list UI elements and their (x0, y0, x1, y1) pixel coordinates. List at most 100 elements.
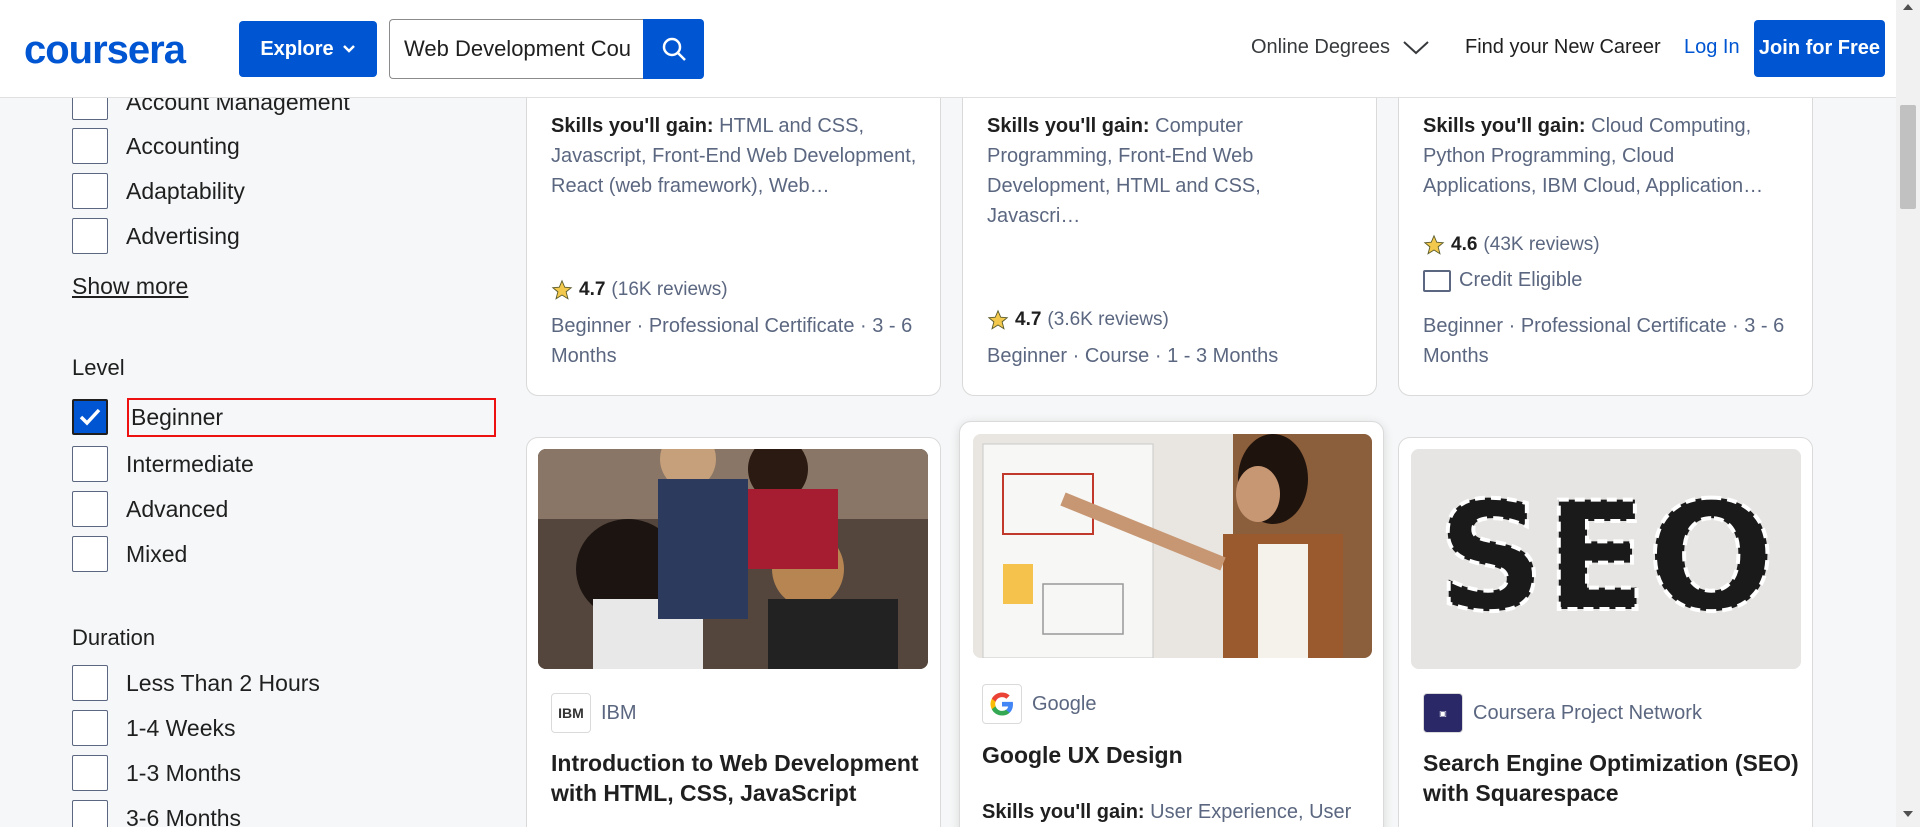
card-skills: Skills you'll gain: User Experience, Use… (982, 797, 1372, 827)
card-meta: Beginner · Professional Certificate · 3 … (551, 311, 912, 371)
duration-section-title: Duration (72, 625, 156, 650)
filter-option[interactable]: 1-4 Weeks (72, 709, 236, 747)
skills-text: HTML and CSS, (719, 115, 865, 137)
partner-name: IBM (601, 701, 637, 724)
people-meeting-image (538, 449, 928, 669)
filter-option[interactable]: Less Than 2 Hours (72, 664, 320, 702)
course-card[interactable]: SEO ▣ Coursera Project Network Search En… (1398, 437, 1813, 827)
page-scrollbar[interactable] (1896, 0, 1920, 827)
course-card[interactable]: Google Google UX Design Skills you'll ga… (959, 421, 1384, 827)
ibm-logo-icon: IBM (551, 693, 591, 733)
skills-text: Python Programming, Cloud (1423, 145, 1675, 167)
search-icon (662, 37, 686, 61)
course-title[interactable]: Introduction to Web Development with HTM… (551, 748, 919, 808)
card-skills: Skills you'll gain: Computer Programming… (987, 111, 1357, 231)
scroll-up-arrow-icon[interactable] (1903, 4, 1913, 10)
page: coursera Explore Web Development Cou Onl… (0, 0, 1920, 827)
checkmark-icon (79, 408, 101, 426)
card-rating: 4.6 (43K reviews) (1423, 234, 1600, 256)
checkbox[interactable] (72, 491, 108, 527)
filter-label: Adaptability (126, 177, 245, 204)
course-card[interactable]: IBM IBM Introduction to Web Development … (526, 437, 941, 827)
card-rating: 4.7 (16K reviews) (551, 279, 728, 301)
skills-text: Programming, Front-End Web (987, 145, 1254, 167)
checkbox[interactable] (72, 665, 108, 701)
filter-option[interactable]: Mixed (72, 535, 187, 573)
credit-icon (1423, 269, 1451, 292)
coursera-logo[interactable]: coursera (24, 28, 186, 73)
filter-label: 1-3 Months (126, 759, 242, 786)
course-card[interactable]: Skills you'll gain: HTML and CSS, Javasc… (526, 60, 941, 396)
filter-option-beginner[interactable]: Beginner (72, 397, 496, 437)
filter-label: Beginner (127, 397, 496, 437)
filter-option[interactable]: Advertising (72, 217, 240, 255)
card-rating: 4.7 (3.6K reviews) (987, 309, 1169, 331)
review-count: (3.6K reviews) (1047, 309, 1169, 330)
star-icon (1423, 234, 1445, 255)
meta-text: Beginner · Course · 1 - 3 Months (987, 345, 1279, 367)
scrollbar-thumb[interactable] (1900, 105, 1916, 209)
checkbox[interactable] (72, 536, 108, 572)
checkbox[interactable] (72, 128, 108, 164)
top-header: coursera Explore Web Development Cou Onl… (0, 0, 1896, 98)
partner-info: ▣ Coursera Project Network (1423, 693, 1702, 733)
checkbox[interactable] (72, 755, 108, 791)
review-count: (16K reviews) (611, 279, 728, 300)
checkbox[interactable] (72, 710, 108, 746)
filter-label: Intermediate (126, 450, 254, 477)
explore-button[interactable]: Explore (239, 21, 377, 77)
card-skills: Skills you'll gain: Cloud Computing, Pyt… (1423, 111, 1793, 201)
checkbox[interactable] (72, 446, 108, 482)
star-icon (551, 279, 573, 300)
skills-label: Skills you'll gain: (987, 115, 1150, 137)
checkbox-checked[interactable] (72, 399, 108, 435)
course-title-line: Search Engine Optimization (SEO) (1423, 750, 1799, 776)
filter-option[interactable]: Accounting (72, 127, 240, 165)
checkbox[interactable] (72, 800, 108, 827)
partner-name: Google (1032, 692, 1097, 715)
course-image (538, 449, 928, 669)
seo-image-text: SEO (1437, 471, 1775, 645)
scroll-down-arrow-icon[interactable] (1903, 811, 1913, 817)
filter-option[interactable]: 1-3 Months (72, 754, 241, 792)
filter-label: 1-4 Weeks (126, 714, 236, 741)
course-title[interactable]: Google UX Design (982, 740, 1183, 770)
rating-score: 4.7 (1015, 309, 1042, 330)
filter-label: Accounting (126, 132, 240, 159)
rating-score: 4.6 (1451, 234, 1478, 255)
filter-option[interactable]: Advanced (72, 490, 228, 528)
filter-option[interactable]: Intermediate (72, 445, 254, 483)
google-logo-icon (982, 684, 1022, 724)
meta-text: Months (1423, 345, 1489, 367)
rating-score: 4.7 (579, 279, 606, 300)
nav-online-degrees[interactable]: Online Degrees (1251, 36, 1430, 59)
filter-label: Less Than 2 Hours (126, 669, 320, 696)
course-card[interactable]: Skills you'll gain: Computer Programming… (962, 60, 1377, 396)
show-more-link[interactable]: Show more (72, 273, 188, 300)
checkbox[interactable] (72, 218, 108, 254)
whiteboard-image (973, 434, 1372, 658)
course-title-line: Introduction to Web Development (551, 750, 919, 776)
course-title[interactable]: Search Engine Optimization (SEO) with Sq… (1423, 748, 1799, 808)
course-title-line: with Squarespace (1423, 780, 1619, 806)
nav-find-career[interactable]: Find your New Career (1465, 36, 1661, 59)
filter-option[interactable]: Adaptability (72, 172, 245, 210)
filter-option[interactable]: 3-6 Months (72, 799, 241, 827)
login-link[interactable]: Log In (1684, 36, 1740, 59)
nav-online-degrees-label: Online Degrees (1251, 36, 1390, 58)
skills-label: Skills you'll gain: (1423, 115, 1586, 137)
join-for-free-button[interactable]: Join for Free (1754, 20, 1885, 77)
chevron-down-icon (342, 45, 355, 53)
level-section-title: Level (72, 355, 125, 380)
credit-label: Credit Eligible (1459, 269, 1583, 291)
skills-text: Applications, IBM Cloud, Application… (1423, 175, 1764, 197)
checkbox[interactable] (72, 173, 108, 209)
seo-letters-image: SEO (1411, 449, 1801, 669)
course-card[interactable]: Skills you'll gain: Cloud Computing, Pyt… (1398, 60, 1813, 396)
course-image: SEO (1411, 449, 1801, 669)
partner-info: Google (982, 684, 1097, 724)
skills-label: Skills you'll gain: (551, 115, 714, 137)
search-input[interactable]: Web Development Cou (389, 19, 645, 79)
search-button[interactable] (643, 19, 704, 79)
card-meta: Beginner · Course · 1 - 3 Months (987, 341, 1278, 371)
